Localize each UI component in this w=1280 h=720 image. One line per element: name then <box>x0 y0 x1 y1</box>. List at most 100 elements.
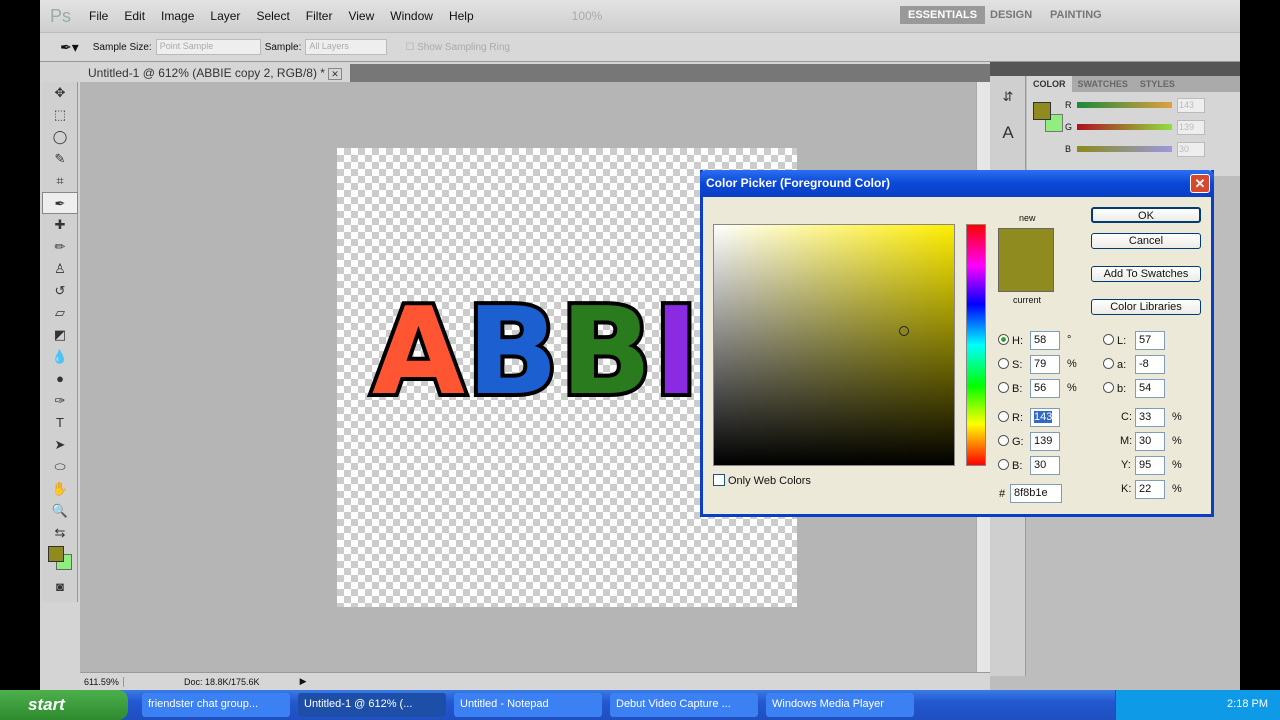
sample-label: Sample: <box>264 41 302 53</box>
menu-view[interactable]: View <box>348 9 374 23</box>
swap-colors-icon[interactable]: ⇆ <box>42 522 78 544</box>
status-bar: 611.59% Doc: 18.8K/175.6K ▶ <box>80 672 990 690</box>
task-notepad[interactable]: Untitled - Notepad <box>454 693 602 717</box>
menu-select[interactable]: Select <box>256 9 289 23</box>
status-zoom[interactable]: 611.59% <box>80 676 124 687</box>
shape-tool-icon[interactable]: ⬭ <box>42 456 78 478</box>
task-photoshop[interactable]: Untitled-1 @ 612% (... <box>298 693 446 717</box>
b-value[interactable]: 30 <box>1177 142 1205 157</box>
status-menu-arrow-icon[interactable]: ▶ <box>300 676 307 687</box>
stamp-tool-icon[interactable]: ♙ <box>42 258 78 280</box>
g-slider[interactable] <box>1077 124 1172 130</box>
new-current-swatch <box>998 228 1054 292</box>
history-brush-icon[interactable]: ↺ <box>42 280 78 302</box>
pen-tool-icon[interactable]: ✑ <box>42 390 78 412</box>
quick-select-tool-icon[interactable]: ✎ <box>42 148 78 170</box>
r-value[interactable]: 143 <box>1177 98 1205 113</box>
color-field-cursor[interactable] <box>899 326 909 336</box>
workspace-painting[interactable]: PAINTING <box>1042 6 1110 24</box>
r-slider[interactable] <box>1077 102 1172 108</box>
tab-swatches[interactable]: SWATCHES <box>1071 76 1134 92</box>
s-radio[interactable]: S: <box>998 358 1022 371</box>
blue-field[interactable]: 30 <box>1030 456 1060 475</box>
m-field[interactable]: 30 <box>1135 432 1165 451</box>
type-tool-icon[interactable]: T <box>42 412 78 434</box>
dialog-titlebar[interactable]: Color Picker (Foreground Color) ✕ <box>700 170 1214 197</box>
color-swatches[interactable] <box>42 544 78 576</box>
k-field[interactable]: 22 <box>1135 480 1165 499</box>
sample-select[interactable]: All Layers <box>305 39 388 55</box>
menu-help[interactable]: Help <box>449 9 474 23</box>
h-radio[interactable]: H: <box>998 334 1023 347</box>
s-field[interactable]: 79 <box>1030 355 1060 374</box>
quick-mask-icon[interactable]: ◙ <box>42 576 78 598</box>
dodge-tool-icon[interactable]: ● <box>42 368 78 390</box>
healing-tool-icon[interactable]: ✚ <box>42 214 78 236</box>
r-radio[interactable]: R: <box>998 411 1023 424</box>
menu-filter[interactable]: Filter <box>306 9 333 23</box>
start-button[interactable]: start <box>0 690 128 720</box>
bright-radio[interactable]: B: <box>998 382 1022 395</box>
tab-color[interactable]: COLOR <box>1027 76 1072 92</box>
hue-slider[interactable] <box>966 224 986 466</box>
a-radio[interactable]: a: <box>1103 358 1126 371</box>
workspace-design[interactable]: DESIGN <box>982 6 1040 24</box>
brightness-field[interactable]: 56 <box>1030 379 1060 398</box>
close-tab-icon[interactable]: ✕ <box>328 68 342 80</box>
lab-b-radio[interactable]: b: <box>1103 382 1126 395</box>
y-field[interactable]: 95 <box>1135 456 1165 475</box>
bucket-tool-icon[interactable]: ◩ <box>42 324 78 346</box>
lasso-tool-icon[interactable]: ◯ <box>42 126 78 148</box>
b-slider[interactable] <box>1077 146 1172 152</box>
add-to-swatches-button[interactable]: Add To Swatches <box>1091 266 1201 282</box>
tab-styles[interactable]: STYLES <box>1133 76 1181 92</box>
crop-tool-icon[interactable]: ⌗ <box>42 170 78 192</box>
workspace-essentials[interactable]: ESSENTIALS <box>900 6 986 24</box>
foreground-color-swatch[interactable] <box>48 546 64 562</box>
hand-tool-icon[interactable]: ✋ <box>42 478 78 500</box>
menu-edit[interactable]: Edit <box>124 9 145 23</box>
color-libraries-button[interactable]: Color Libraries <box>1091 299 1201 315</box>
move-tool-icon[interactable]: ✥ <box>42 82 78 104</box>
h-field[interactable]: 58 <box>1030 331 1060 350</box>
task-chrome[interactable]: friendster chat group... <box>142 693 290 717</box>
menu-window[interactable]: Window <box>390 9 433 23</box>
brush-tool-icon[interactable]: ✏ <box>42 236 78 258</box>
hex-field[interactable]: 8f8b1e <box>1010 484 1062 503</box>
g-value[interactable]: 139 <box>1177 120 1205 135</box>
character-panel-icon[interactable]: A <box>990 122 1026 144</box>
cancel-button[interactable]: Cancel <box>1091 233 1201 249</box>
task-debut[interactable]: Debut Video Capture ... <box>610 693 758 717</box>
eraser-tool-icon[interactable]: ▱ <box>42 302 78 324</box>
l-radio[interactable]: L: <box>1103 334 1126 347</box>
eyedropper-tool-icon[interactable]: ✒ <box>42 192 78 214</box>
menu-image[interactable]: Image <box>161 9 194 23</box>
blur-tool-icon[interactable]: 💧 <box>42 346 78 368</box>
ok-button[interactable]: OK <box>1091 207 1201 223</box>
l-field[interactable]: 57 <box>1135 331 1165 350</box>
g-radio[interactable]: G: <box>998 435 1024 448</box>
sample-size-select[interactable]: Point Sample <box>155 39 261 55</box>
blue-radio[interactable]: B: <box>998 459 1022 472</box>
show-sampling-ring-checkbox[interactable]: ☐ Show Sampling Ring <box>405 42 510 53</box>
history-panel-icon[interactable]: ⇵ <box>990 86 1026 108</box>
clock[interactable]: 2:18 PM <box>1227 698 1268 710</box>
a-field[interactable]: -8 <box>1135 355 1165 374</box>
zoom-tool-icon[interactable]: 🔍 <box>42 500 78 522</box>
color-field[interactable] <box>713 224 955 466</box>
close-icon[interactable]: ✕ <box>1190 174 1210 193</box>
panel-fg-swatch[interactable] <box>1033 102 1051 120</box>
document-tab[interactable]: Untitled-1 @ 612% (ABBIE copy 2, RGB/8) … <box>80 64 350 82</box>
lab-b-field[interactable]: 54 <box>1135 379 1165 398</box>
zoom-level[interactable]: 100% <box>572 9 603 23</box>
marquee-tool-icon[interactable]: ⬚ <box>42 104 78 126</box>
g-field[interactable]: 139 <box>1030 432 1060 451</box>
menu-layer[interactable]: Layer <box>210 9 240 23</box>
menu-file[interactable]: File <box>89 9 108 23</box>
path-select-icon[interactable]: ➤ <box>42 434 78 456</box>
only-web-colors-checkbox[interactable]: Only Web Colors <box>713 474 811 487</box>
c-field[interactable]: 33 <box>1135 408 1165 427</box>
task-media-player[interactable]: Windows Media Player <box>766 693 914 717</box>
r-field[interactable]: 143 <box>1030 408 1060 427</box>
eyedropper-icon[interactable]: ✒▾ <box>60 39 79 56</box>
